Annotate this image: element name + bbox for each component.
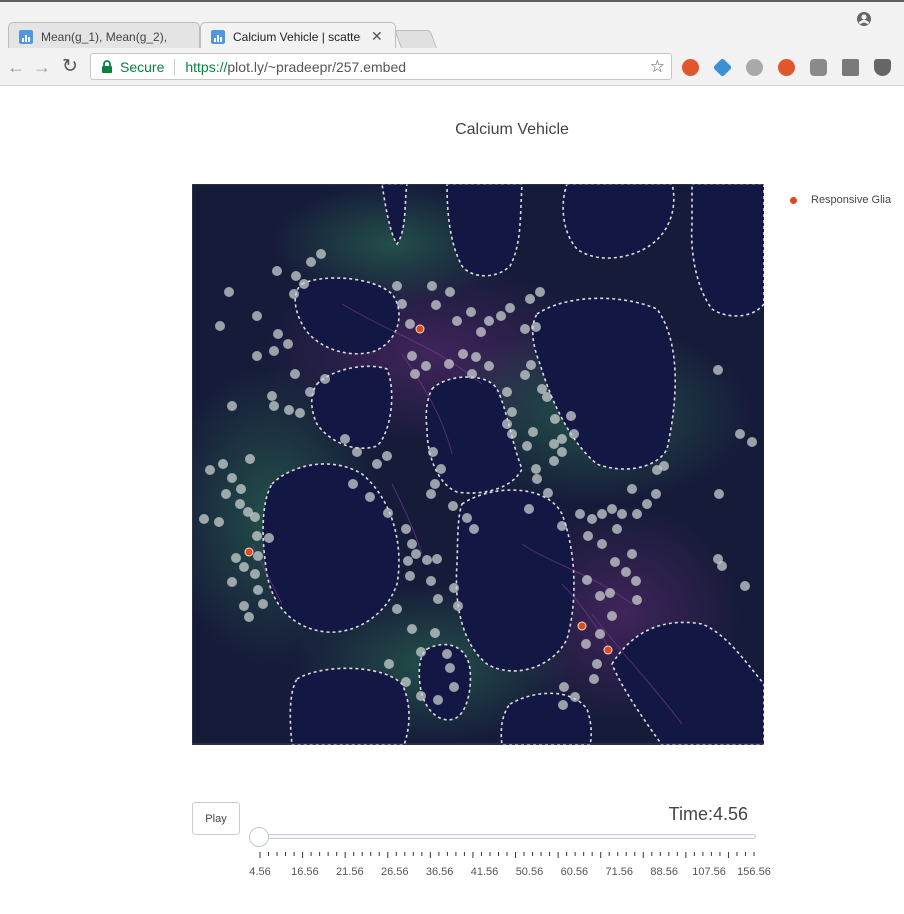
tab-bar: Mean(g_1), Mean(g_2), M Calcium Vehicle … (0, 0, 904, 50)
globe-icon[interactable] (746, 59, 763, 76)
ublock-icon[interactable] (682, 59, 699, 76)
bookmark-star-icon[interactable]: ☆ (650, 57, 665, 77)
plot-area[interactable] (192, 184, 764, 745)
forward-arrow-icon[interactable]: → (32, 57, 52, 77)
compass-icon[interactable] (778, 59, 795, 76)
profile-icon[interactable] (856, 11, 872, 27)
tab-calcium-vehicle[interactable]: Calcium Vehicle | scatter ✕ (200, 22, 396, 50)
slider-tick-label[interactable]: 21.56 (336, 866, 364, 878)
back-arrow-icon[interactable]: ← (6, 57, 26, 77)
tab-title: Mean(g_1), Mean(g_2), M (41, 29, 169, 44)
lock-icon (102, 59, 112, 73)
divider (174, 58, 176, 75)
slider-tick-label[interactable]: 41.56 (471, 866, 499, 878)
legend-marker (790, 196, 797, 204)
url-scheme: https:// (185, 58, 228, 75)
slider-tick-label[interactable]: 107.56 (692, 866, 726, 878)
layers-icon[interactable] (712, 57, 733, 78)
slider-tick-label[interactable]: 71.56 (606, 866, 634, 878)
browser-toolbar: ← → ↻ Secure https://plot.ly/~pradeepr/2… (0, 48, 904, 86)
chart-bar-icon (19, 29, 33, 44)
close-icon[interactable]: ✕ (371, 28, 383, 45)
slider-tick-label[interactable]: 36.56 (426, 866, 454, 878)
mask-icon[interactable] (810, 59, 827, 76)
slider-tick-label[interactable]: 4.56 (249, 866, 270, 878)
legend[interactable]: Responsive Glia (790, 194, 891, 206)
slider-rail[interactable] (254, 834, 756, 839)
slider-tick-label[interactable]: 60.56 (561, 866, 589, 878)
slider-grip[interactable] (249, 827, 269, 847)
slider-tick-label[interactable]: 50.56 (516, 866, 544, 878)
tab-mean[interactable]: Mean(g_1), Mean(g_2), M (8, 22, 200, 50)
slider-tick-label[interactable]: 88.56 (650, 866, 678, 878)
new-tab-button[interactable] (394, 30, 438, 50)
secure-label: Secure (120, 58, 165, 75)
slider-current-value: Time:4.56 (668, 804, 748, 824)
slider-ticks (259, 852, 755, 858)
url-text: plot.ly/~pradeepr/257.embed (227, 58, 407, 75)
tab-title: Calcium Vehicle | scatter (233, 29, 361, 44)
slider-tick-label[interactable]: 26.56 (381, 866, 409, 878)
address-bar[interactable]: Secure https://plot.ly/~pradeepr/257.emb… (90, 53, 672, 80)
es-icon[interactable] (842, 59, 859, 76)
chart-title: Calcium Vehicle (455, 121, 569, 138)
paint-icon[interactable] (874, 59, 891, 76)
slider-tick-label[interactable]: 16.56 (291, 866, 319, 878)
slider-tick-label[interactable]: 156.56 (737, 866, 771, 878)
reload-icon[interactable]: ↻ (60, 57, 80, 77)
legend-label: Responsive Glia (811, 194, 892, 206)
play-button[interactable]: Play (192, 802, 240, 835)
chart-bar-icon (211, 29, 225, 44)
plot-axes (192, 184, 764, 745)
